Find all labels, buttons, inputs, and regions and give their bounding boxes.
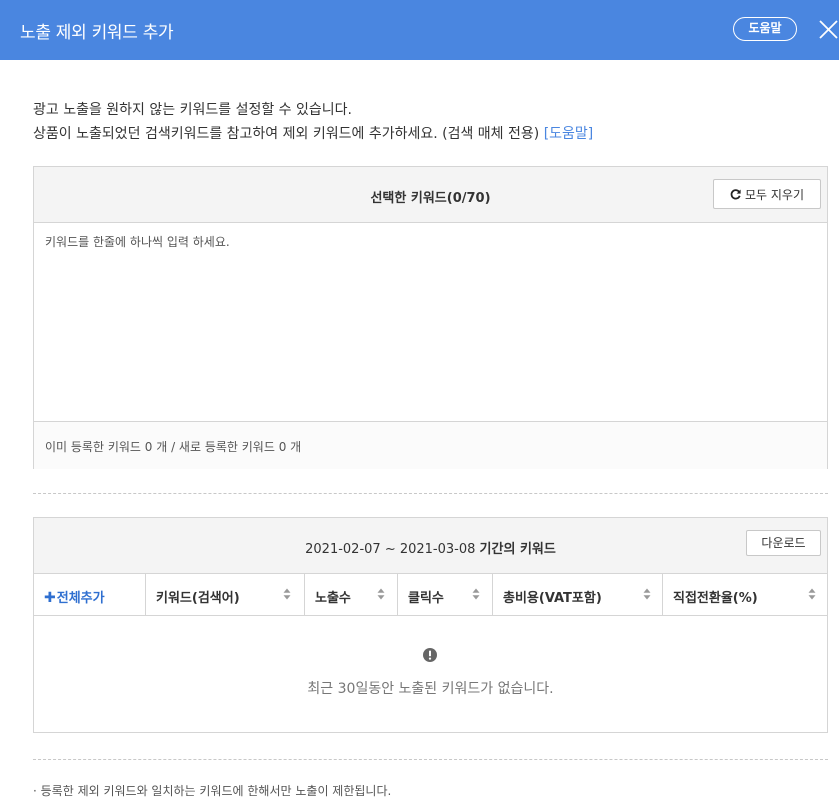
clear-all-label: 모두 지우기 bbox=[744, 187, 804, 202]
selected-keywords-panel: 선택한 키워드(0/70) 모두 지우기 이미 등록한 키워드 0 개 / 새로… bbox=[33, 166, 828, 469]
intro-line-2: 상품이 노출되었던 검색키워드를 참고하여 제외 키워드에 추가하세요. (검색… bbox=[33, 122, 833, 146]
close-button[interactable] bbox=[815, 13, 839, 45]
close-icon bbox=[819, 20, 838, 39]
selected-keywords-header: 선택한 키워드(0/70) 모두 지우기 bbox=[34, 167, 827, 223]
divider bbox=[33, 759, 828, 760]
sort-icon[interactable] bbox=[808, 588, 816, 600]
divider bbox=[33, 493, 828, 494]
column-clicks[interactable]: 클릭수 bbox=[398, 574, 493, 616]
download-button[interactable]: 다운로드 bbox=[746, 530, 821, 556]
keyword-count-bar: 이미 등록한 키워드 0 개 / 새로 등록한 키워드 0 개 bbox=[34, 421, 827, 469]
period-keywords-panel: 2021-02-07 ~ 2021-03-08 기간의 키워드 다운로드 ✚전체… bbox=[33, 517, 828, 733]
column-clicks-label: 클릭수 bbox=[408, 591, 444, 606]
period-range: 2021-02-07 ~ 2021-03-08 bbox=[305, 542, 476, 557]
column-total-cost[interactable]: 총비용(VAT포함) bbox=[493, 574, 663, 616]
sort-icon[interactable] bbox=[472, 588, 480, 600]
period-keywords-header: 2021-02-07 ~ 2021-03-08 기간의 키워드 다운로드 bbox=[34, 518, 827, 574]
column-keyword[interactable]: 키워드(검색어) bbox=[146, 574, 305, 616]
empty-message: 최근 30일동안 노출된 키워드가 없습니다. bbox=[307, 681, 554, 697]
keyword-input[interactable] bbox=[34, 223, 827, 421]
column-conversion-rate[interactable]: 직접전환율(%) bbox=[663, 574, 827, 616]
intro-text: 광고 노출을 원하지 않는 키워드를 설정할 수 있습니다. 상품이 노출되었던… bbox=[33, 98, 833, 146]
selected-keywords-title: 선택한 키워드(0/70) bbox=[370, 191, 491, 206]
intro-line-2-text: 상품이 노출되었던 검색키워드를 참고하여 제외 키워드에 추가하세요. (검색… bbox=[33, 126, 544, 142]
column-impressions-label: 노출수 bbox=[315, 591, 351, 606]
clear-all-button[interactable]: 모두 지우기 bbox=[713, 179, 821, 209]
add-all-button[interactable]: ✚전체추가 bbox=[44, 587, 105, 606]
column-total-cost-label: 총비용(VAT포함) bbox=[503, 591, 602, 606]
dialog-header: 노출 제외 키워드 추가 도움말 bbox=[0, 0, 839, 60]
empty-state: 최근 30일동안 노출된 키워드가 없습니다. bbox=[34, 616, 827, 733]
keyword-table-header: ✚전체추가 키워드(검색어) 노출수 클릭수 총비용(VAT포함) 직접전환율(… bbox=[34, 574, 827, 616]
footer-note: · 등록한 제외 키워드와 일치하는 키워드에 한해서만 노출이 제한됩니다. bbox=[33, 784, 392, 797]
refresh-icon bbox=[730, 188, 741, 199]
help-button[interactable]: 도움말 bbox=[733, 17, 797, 41]
dialog-title: 노출 제외 키워드 추가 bbox=[20, 23, 174, 43]
keyword-count-text: 이미 등록한 키워드 0 개 / 새로 등록한 키워드 0 개 bbox=[45, 440, 302, 454]
sort-icon[interactable] bbox=[283, 588, 291, 600]
intro-line-1: 광고 노출을 원하지 않는 키워드를 설정할 수 있습니다. bbox=[33, 102, 352, 118]
add-all-label: 전체추가 bbox=[56, 591, 105, 606]
column-add-all: ✚전체추가 bbox=[34, 574, 146, 616]
column-keyword-label: 키워드(검색어) bbox=[156, 591, 240, 606]
alert-icon bbox=[423, 648, 437, 662]
help-link[interactable]: [도움말] bbox=[544, 126, 594, 142]
period-suffix: 기간의 키워드 bbox=[479, 542, 556, 557]
column-conversion-rate-label: 직접전환율(%) bbox=[673, 591, 758, 606]
sort-icon[interactable] bbox=[377, 588, 385, 600]
column-impressions[interactable]: 노출수 bbox=[305, 574, 398, 616]
sort-icon[interactable] bbox=[643, 588, 651, 600]
period-keywords-title: 2021-02-07 ~ 2021-03-08 기간의 키워드 bbox=[34, 538, 827, 557]
plus-icon: ✚ bbox=[44, 590, 56, 606]
